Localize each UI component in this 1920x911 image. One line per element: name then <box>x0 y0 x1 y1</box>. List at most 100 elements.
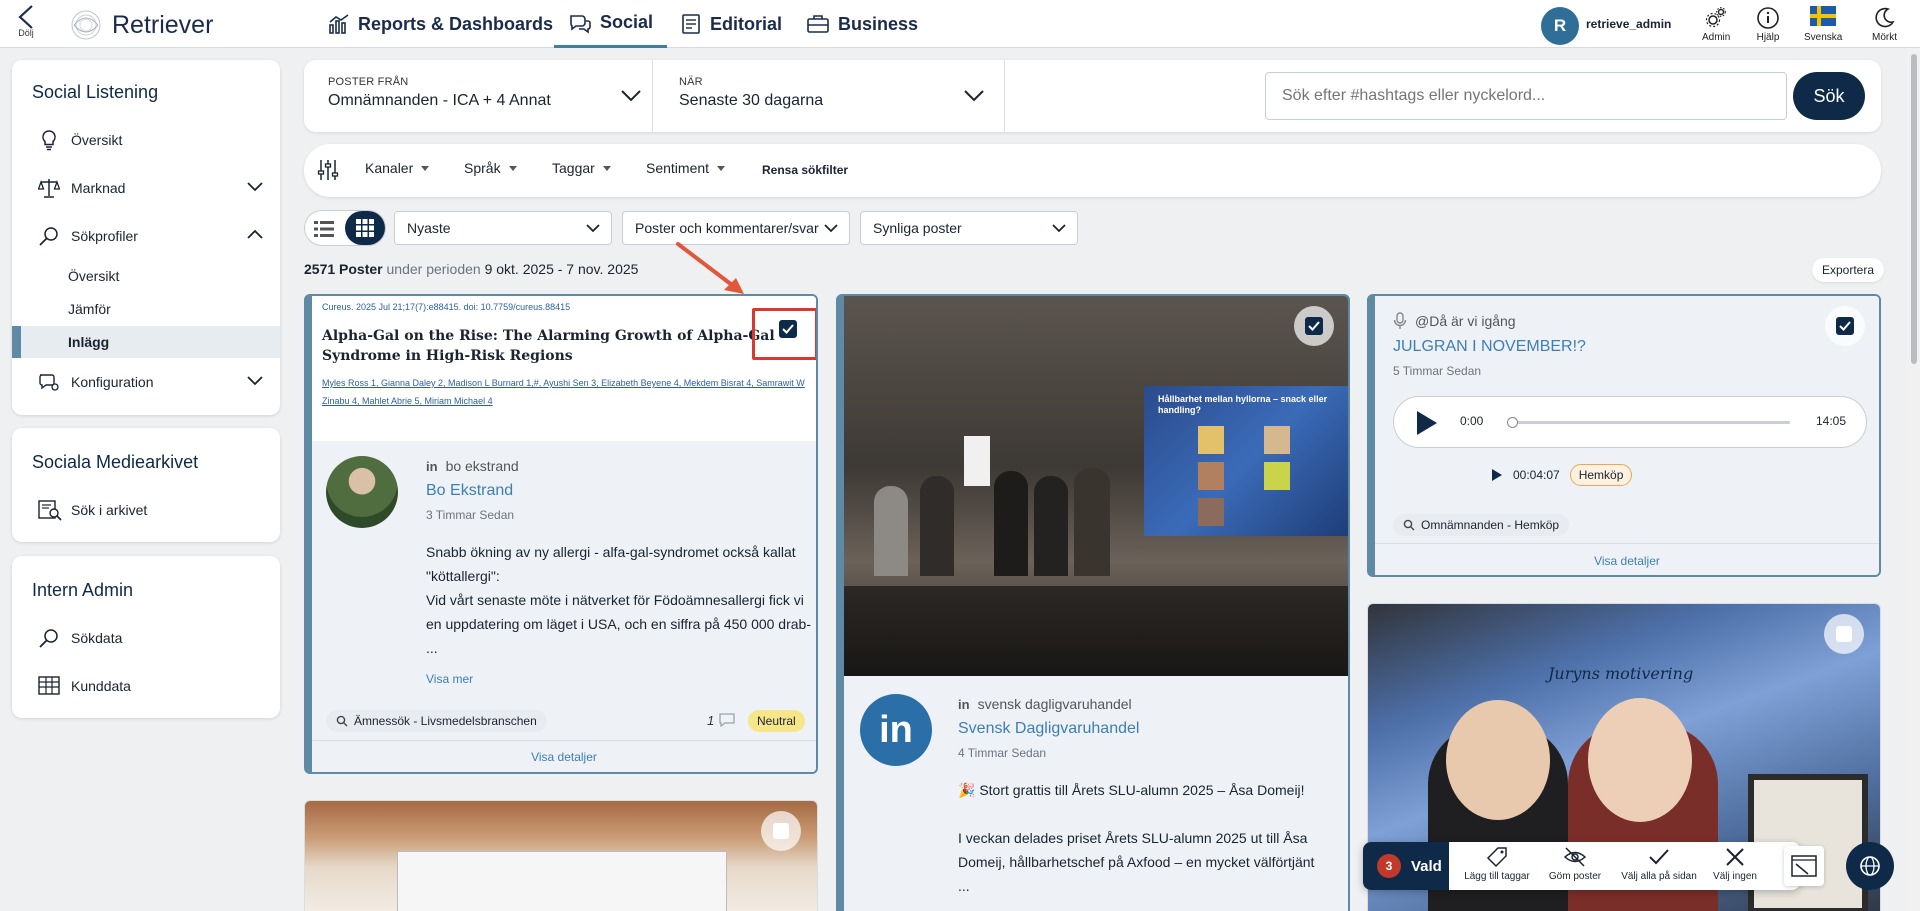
select-checkbox[interactable] <box>1825 306 1865 346</box>
sliders-icon[interactable] <box>316 158 340 182</box>
search-input[interactable] <box>1265 72 1787 120</box>
post-card[interactable]: Hållbarhet mellan hyllorna – snack eller… <box>836 294 1350 911</box>
sentiment-badge: Neutral <box>748 710 805 732</box>
post-text-line-1: Snabb ökning av ny allergi - alfa-gal-sy… <box>426 544 796 584</box>
select-checkbox[interactable] <box>761 811 801 851</box>
podcast-title[interactable]: JULGRAN I NOVEMBER!? <box>1393 338 1586 356</box>
search-icon <box>336 715 348 727</box>
sidebar-subitem-compare[interactable]: Jämför <box>12 293 280 325</box>
post-text: Snabb ökning av ny allergi - alfa-gal-sy… <box>426 540 812 660</box>
add-tags-button[interactable]: Lägg till taggar <box>1459 846 1535 882</box>
check-icon <box>1308 321 1320 331</box>
hide-posts-button[interactable]: Göm poster <box>1543 846 1607 882</box>
help-button[interactable]: Hjälp <box>1756 6 1780 43</box>
linkedin-icon: in <box>426 458 438 474</box>
post-text-line-2: Vid vårt senaste möte i nätverket för Fö… <box>426 592 811 632</box>
theme-button[interactable]: Mörkt <box>1872 6 1897 43</box>
article-source: Cureus. 2025 Jul 21;17(7):e88415. doi: 1… <box>322 302 571 312</box>
sidebar-item-search-data[interactable]: Sökdata <box>12 618 280 658</box>
post-card[interactable] <box>304 800 818 911</box>
author-name[interactable]: Svensk Dagligvaruhandel <box>958 720 1139 738</box>
select-checkbox[interactable] <box>1824 614 1864 654</box>
slide-photo <box>1264 426 1290 454</box>
show-more-link[interactable]: Visa mer <box>426 672 473 686</box>
select-none-button[interactable]: Välj ingen <box>1707 846 1763 882</box>
assistant-button[interactable] <box>1846 842 1894 890</box>
sidebar-item-overview[interactable]: Översikt <box>12 120 280 160</box>
language-button[interactable]: Svenska <box>1804 6 1842 43</box>
list-view-button[interactable] <box>313 219 335 239</box>
clear-filters-button[interactable]: Rensa sökfilter <box>762 163 848 177</box>
sidebar-item-configuration[interactable]: Konfiguration <box>12 362 280 402</box>
nav-editorial[interactable]: Editorial <box>680 0 782 48</box>
topic-tag[interactable]: Ämnessök - Livsmedelsbranschen <box>326 710 547 732</box>
channels-filter[interactable]: Kanaler <box>365 160 430 176</box>
audio-progress-track[interactable] <box>1507 417 1790 428</box>
grid-view-button[interactable] <box>345 211 385 245</box>
sidebar-item-market[interactable]: Marknad <box>12 168 280 208</box>
tags-filter[interactable]: Taggar <box>552 160 611 176</box>
person-face <box>1588 698 1692 822</box>
view-details-link[interactable]: Visa detaljer <box>1375 554 1879 568</box>
select-checkbox[interactable] <box>779 320 797 338</box>
audio-player: 0:00 14:05 <box>1393 396 1867 448</box>
slide-photo <box>1198 462 1224 490</box>
social-listening-title: Social Listening <box>32 82 159 102</box>
chevron-down-icon[interactable] <box>246 180 264 192</box>
nav-reports-label: Reports & Dashboards <box>358 13 554 34</box>
post-card[interactable]: @Då är vi igång JULGRAN I NOVEMBER!? 5 T… <box>1367 294 1881 577</box>
collapse-bar-button[interactable] <box>1784 846 1824 886</box>
sidebar-item-search-profiles[interactable]: Sökprofiler <box>12 216 280 256</box>
user-avatar[interactable]: R <box>1541 7 1579 45</box>
post-card[interactable]: Cureus. 2025 Jul 21;17(7):e88415. doi: 1… <box>304 294 818 774</box>
search-icon <box>1403 519 1415 531</box>
language-filter[interactable]: Språk <box>464 160 517 176</box>
logo[interactable]: Retriever <box>70 9 213 41</box>
posts-from-dropdown[interactable]: POSTER FRÅN Omnämnanden - ICA + 4 Annat <box>328 76 642 110</box>
when-dropdown[interactable]: NÄR Senaste 30 dagarna <box>679 76 985 110</box>
linkedin-logo-avatar[interactable]: in <box>860 694 932 766</box>
author-avatar[interactable] <box>326 456 398 528</box>
nav-business[interactable]: Business <box>806 0 918 48</box>
hide-sidebar-button[interactable]: Dölj <box>14 4 38 38</box>
nav-reports[interactable]: Reports & Dashboards <box>328 0 553 48</box>
sidebar-item-customer-data[interactable]: Kunddata <box>12 666 280 706</box>
scrollbar-thumb[interactable] <box>1911 54 1917 364</box>
chevron-down-icon[interactable] <box>246 374 264 386</box>
author-name[interactable]: Bo Ekstrand <box>426 482 513 500</box>
view-details-link[interactable]: Visa detaljer <box>312 750 816 764</box>
admin-button[interactable]: Admin <box>1702 6 1730 43</box>
chat-gear-icon <box>39 374 59 391</box>
hide-label: Dölj <box>18 28 34 38</box>
username[interactable]: retrieve_admin <box>1586 17 1671 31</box>
sidebar-item-archive-search[interactable]: Sök i arkivet <box>12 490 280 530</box>
search-button[interactable]: Sök <box>1793 72 1865 120</box>
select-checkbox[interactable] <box>1294 306 1334 346</box>
visibility-select[interactable]: Synliga poster <box>860 211 1078 245</box>
sidebar-subitem-overview[interactable]: Översikt <box>12 260 280 292</box>
page-scrollbar[interactable] <box>1908 48 1920 911</box>
chevron-up-icon[interactable] <box>246 228 264 240</box>
select-all-button[interactable]: Välj alla på sidan <box>1617 846 1701 882</box>
select-none-label: Välj ingen <box>1713 871 1757 882</box>
sentiment-filter[interactable]: Sentiment <box>646 160 726 176</box>
caret-down-icon <box>602 165 611 171</box>
export-button[interactable]: Exportera <box>1812 258 1885 282</box>
bulk-action-bar: 3 Vald Lägg till taggar Göm poster Välj … <box>1363 842 1800 890</box>
nav-social[interactable]: Social <box>554 0 668 48</box>
person-silhouette <box>1074 468 1110 576</box>
sidebar-subitem-posts[interactable]: Inlägg <box>12 326 280 358</box>
audio-scrubber[interactable] <box>1507 417 1518 428</box>
sort-select[interactable]: Nyaste <box>394 211 612 245</box>
add-tags-label: Lägg till taggar <box>1464 871 1530 882</box>
nav-editorial-label: Editorial <box>710 13 783 34</box>
play-icon[interactable] <box>1414 410 1438 436</box>
retriever-logo-icon <box>71 10 101 40</box>
audio-clip-row[interactable]: 00:04:07 Hemköp <box>1491 464 1633 486</box>
nav-business-label: Business <box>838 13 919 34</box>
sidebar-item-archive-search-label: Sök i arkivet <box>71 502 148 518</box>
comments-count[interactable]: 1 <box>707 712 736 728</box>
topic-tag[interactable]: Omnämnanden - Hemköp <box>1393 514 1570 536</box>
sidebar-item-overview-label: Översikt <box>71 132 123 148</box>
sort-value: Nyaste <box>407 220 451 236</box>
